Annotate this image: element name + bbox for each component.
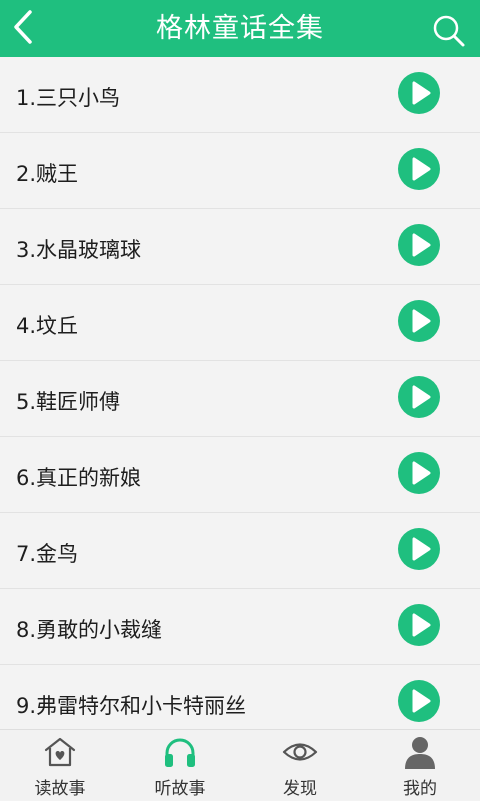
headphones-icon (165, 738, 195, 767)
play-button[interactable] (398, 604, 440, 646)
story-list[interactable]: 1.三只小鸟 2.贼王 3.水晶玻璃球 4.坟丘 5.鞋匠师傅 6.真正的新娘 (0, 57, 480, 729)
tab-discover[interactable]: 发现 (240, 730, 360, 801)
list-item[interactable]: 2.贼王 (0, 133, 480, 209)
play-icon (412, 81, 431, 105)
page-title: 格林童话全集 (156, 13, 324, 44)
play-icon (412, 613, 431, 637)
play-icon (412, 537, 431, 561)
play-icon (412, 309, 431, 333)
tab-mine[interactable]: 我的 (360, 730, 480, 801)
bottom-tab-bar: 读故事 听故事 发现 我的 (0, 729, 480, 800)
play-button[interactable] (398, 452, 440, 494)
tab-label: 读故事 (34, 779, 86, 799)
story-title: 1.三只小鸟 (16, 86, 121, 110)
story-title: 3.水晶玻璃球 (16, 238, 142, 262)
search-icon (433, 15, 465, 47)
house-heart-icon (44, 737, 76, 767)
play-button[interactable] (398, 148, 440, 190)
play-button[interactable] (398, 376, 440, 418)
play-button[interactable] (398, 300, 440, 342)
tab-label: 听故事 (154, 779, 206, 799)
play-button[interactable] (398, 72, 440, 114)
story-title: 6.真正的新娘 (16, 466, 142, 490)
story-title: 2.贼王 (16, 162, 79, 186)
search-button[interactable] (432, 14, 466, 48)
list-item[interactable]: 5.鞋匠师傅 (0, 361, 480, 437)
story-title: 5.鞋匠师傅 (16, 390, 121, 414)
list-item[interactable]: 7.金鸟 (0, 513, 480, 589)
tab-label: 发现 (283, 779, 317, 799)
tab-label: 我的 (403, 779, 437, 799)
play-button[interactable] (398, 224, 440, 266)
play-icon (412, 385, 431, 409)
list-item[interactable]: 3.水晶玻璃球 (0, 209, 480, 285)
story-title: 4.坟丘 (16, 314, 79, 338)
play-icon (412, 461, 431, 485)
tab-read-stories[interactable]: 读故事 (0, 730, 120, 801)
eye-icon (282, 743, 318, 761)
tab-listen-stories[interactable]: 听故事 (120, 730, 240, 801)
story-title: 9.弗雷特尔和小卡特丽丝 (16, 694, 247, 718)
play-icon (412, 157, 431, 181)
play-button[interactable] (398, 528, 440, 570)
list-item[interactable]: 4.坟丘 (0, 285, 480, 361)
play-button[interactable] (398, 680, 440, 722)
story-title: 8.勇敢的小裁缝 (16, 618, 163, 642)
list-item[interactable]: 1.三只小鸟 (0, 57, 480, 133)
list-item[interactable]: 6.真正的新娘 (0, 437, 480, 513)
play-icon (412, 689, 431, 713)
play-icon (412, 233, 431, 257)
user-icon (405, 737, 435, 769)
list-item[interactable]: 9.弗雷特尔和小卡特丽丝 (0, 665, 480, 729)
story-title: 7.金鸟 (16, 542, 79, 566)
list-item[interactable]: 8.勇敢的小裁缝 (0, 589, 480, 665)
top-bar: 格林童话全集 (0, 0, 480, 57)
